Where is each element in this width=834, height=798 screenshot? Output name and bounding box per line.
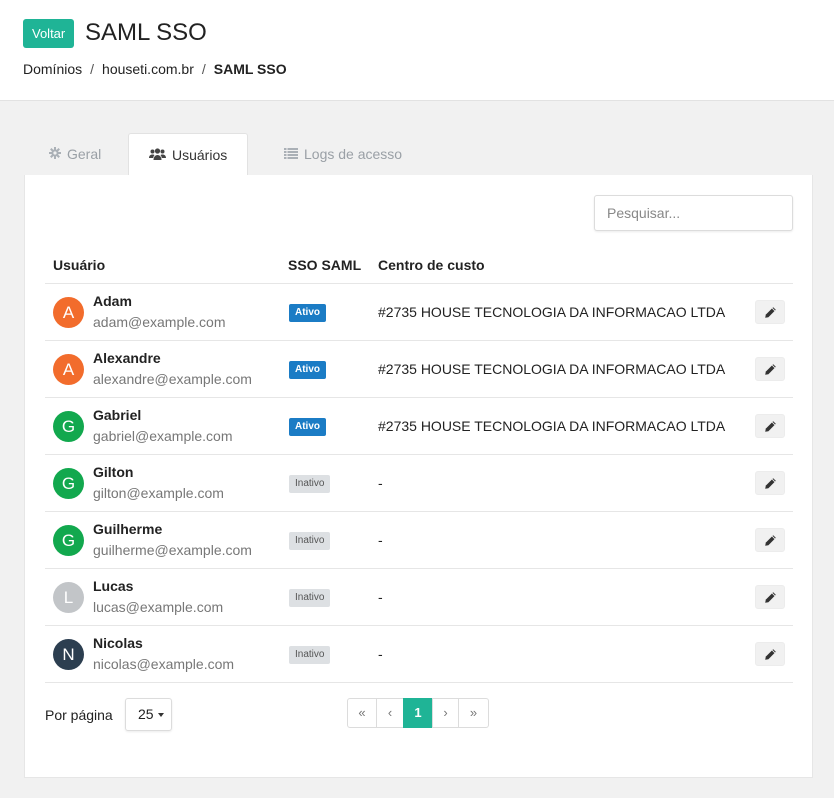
table-row: N Nicolas nicolas@example.com Inativo - [45, 626, 793, 683]
cost-center: - [378, 646, 383, 662]
avatar: L [53, 582, 84, 613]
sso-status-badge: Ativo [289, 361, 326, 379]
page-header: Voltar SAML SSO Domínios / houseti.com.br /… [0, 0, 834, 101]
edit-user-button[interactable] [755, 414, 785, 438]
per-page-value: 25 [138, 706, 154, 722]
cost-center: #2735 HOUSE TECNOLOGIA DA INFORMACAO LTD… [378, 361, 726, 377]
sso-status-badge: Inativo [289, 532, 331, 550]
user-name: Adam [93, 293, 132, 309]
table-row: G Gilton gilton@example.com Inativo - [45, 455, 793, 512]
gear-icon [49, 133, 61, 175]
pencil-icon [765, 364, 776, 375]
per-page-select[interactable]: 25 [125, 698, 172, 731]
breadcrumb-domain[interactable]: houseti.com.br [102, 61, 194, 77]
breadcrumb-separator: / [201, 61, 206, 77]
pagination-next-button[interactable]: › [432, 698, 459, 728]
edit-user-button[interactable] [755, 357, 785, 381]
user-name: Lucas [93, 578, 134, 594]
breadcrumb-current: SAML SSO [213, 61, 287, 77]
column-header-sso: SSO SAML [288, 257, 362, 273]
cost-center: - [378, 475, 383, 491]
edit-user-button[interactable] [755, 585, 785, 609]
sso-status-badge: Ativo [289, 418, 326, 436]
user-email: lucas@example.com [93, 599, 224, 615]
edit-user-button[interactable] [755, 300, 785, 324]
back-button[interactable]: Voltar [23, 19, 75, 48]
pencil-icon [765, 307, 776, 318]
avatar: G [53, 411, 84, 442]
user-name: Gilton [93, 464, 134, 480]
table-row: G Guilherme guilherme@example.com Inativo - [45, 512, 793, 569]
cost-center: - [378, 532, 383, 548]
pagination-page-1[interactable]: 1 [403, 698, 433, 728]
user-email: gilton@example.com [93, 485, 224, 501]
user-name: Alexandre [93, 350, 161, 366]
tab-label: Usuários [172, 147, 228, 163]
tab-usuarios[interactable]: Usuários [128, 133, 249, 176]
tab-geral[interactable]: Geral [29, 133, 121, 176]
user-name: Gabriel [93, 407, 142, 423]
pagination-last-button[interactable]: » [458, 698, 489, 728]
pagination: « ‹ 1 › » [347, 698, 489, 728]
user-email: alexandre@example.com [93, 371, 252, 387]
tab-label: Logs de acesso [304, 146, 403, 162]
user-email: nicolas@example.com [93, 656, 235, 672]
caret-down-icon [158, 713, 164, 717]
table-row: A Alexandre alexandre@example.com Ativo #273… [45, 341, 793, 398]
pencil-icon [765, 649, 776, 660]
avatar: N [53, 639, 84, 670]
pencil-icon [765, 535, 776, 546]
user-email: gabriel@example.com [93, 428, 233, 444]
user-email: guilherme@example.com [93, 542, 252, 558]
column-header-cost-center: Centro de custo [378, 257, 485, 273]
cost-center: - [378, 589, 383, 605]
page-title: SAML SSO [85, 19, 207, 46]
cost-center: #2735 HOUSE TECNOLOGIA DA INFORMACAO LTD… [378, 418, 726, 434]
table-row: G Gabriel gabriel@example.com Ativo #2735 HO… [45, 398, 793, 455]
edit-user-button[interactable] [755, 528, 785, 552]
user-email: adam@example.com [93, 314, 226, 330]
breadcrumb-domains[interactable]: Domínios [23, 61, 82, 77]
user-name: Nicolas [93, 635, 143, 651]
pagination-first-button[interactable]: « [347, 698, 377, 728]
users-panel: Usuário SSO SAML Centro de custo A Adam ad… [24, 175, 813, 778]
table-row: L Lucas lucas@example.com Inativo - [45, 569, 793, 626]
list-icon [284, 133, 298, 175]
avatar: A [53, 297, 84, 328]
avatar: A [53, 354, 84, 385]
breadcrumb: Domínios / houseti.com.br / SAML SSO [23, 60, 287, 78]
sso-status-badge: Inativo [289, 589, 331, 607]
cost-center: #2735 HOUSE TECNOLOGIA DA INFORMACAO LTD… [378, 304, 726, 320]
avatar: G [53, 525, 84, 556]
sso-status-badge: Inativo [289, 646, 331, 664]
edit-user-button[interactable] [755, 471, 785, 495]
pencil-icon [765, 592, 776, 603]
avatar: G [53, 468, 84, 499]
users-icon [149, 134, 166, 176]
table-row: A Adam adam@example.com Ativo #2735 HOUSE TE… [45, 284, 793, 341]
search-input[interactable] [594, 195, 793, 231]
sso-status-badge: Ativo [289, 304, 326, 322]
sso-status-badge: Inativo [289, 475, 331, 493]
column-header-user: Usuário [53, 257, 106, 273]
pagination-prev-button[interactable]: ‹ [376, 698, 404, 728]
pencil-icon [765, 478, 776, 489]
breadcrumb-separator: / [90, 61, 95, 77]
user-name: Guilherme [93, 521, 163, 537]
edit-user-button[interactable] [755, 642, 785, 666]
tab-logs[interactable]: Logs de acesso [264, 133, 422, 176]
pencil-icon [765, 421, 776, 432]
per-page-label: Por página [45, 707, 113, 723]
tab-label: Geral [67, 146, 102, 162]
